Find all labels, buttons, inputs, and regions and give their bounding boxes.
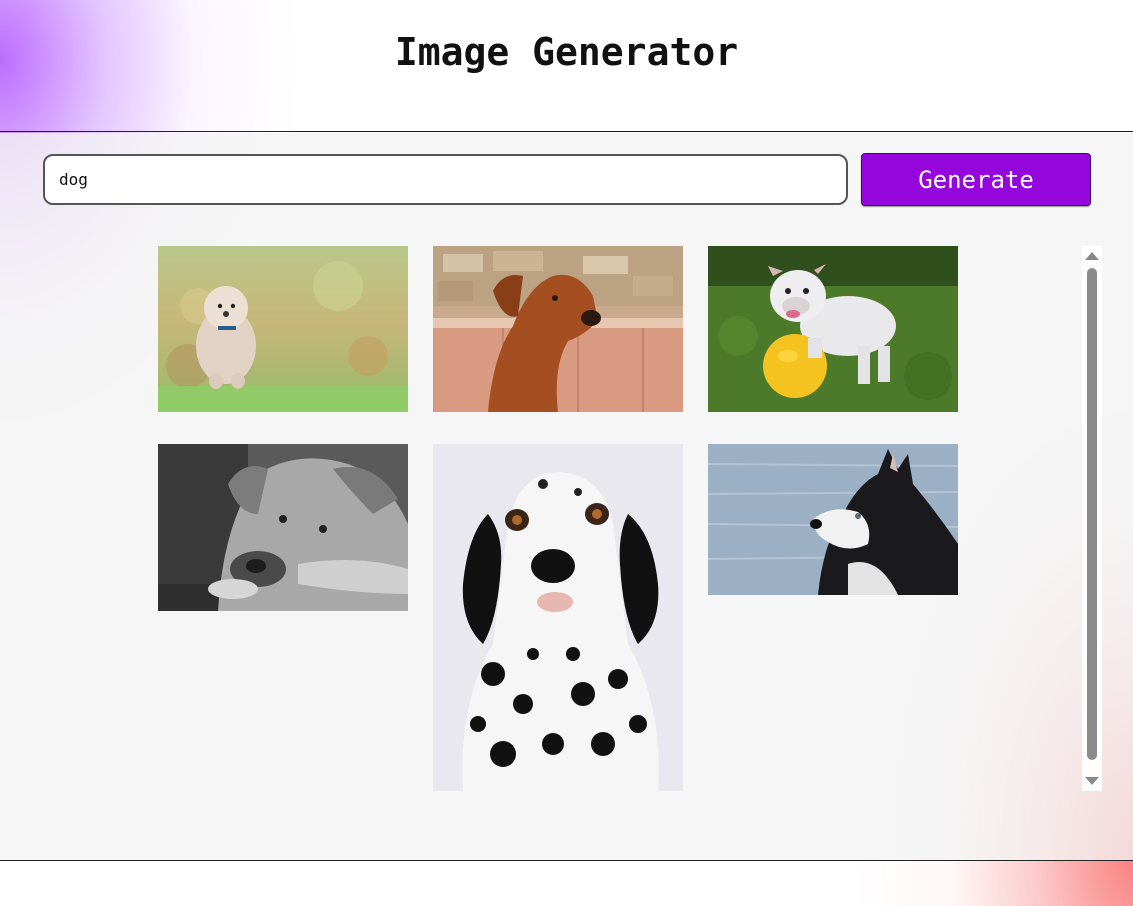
scroll-thumb[interactable]	[1087, 268, 1097, 760]
gallery-image[interactable]	[158, 246, 408, 412]
page-title: Image Generator	[394, 29, 739, 74]
main-panel: Generate	[0, 133, 1133, 861]
gallery-image[interactable]	[433, 444, 683, 791]
scroll-down-icon[interactable]	[1085, 777, 1099, 785]
app-header: Image Generator	[0, 0, 1133, 132]
gallery-image[interactable]	[433, 246, 683, 412]
gallery-scrollbar[interactable]	[1082, 246, 1102, 791]
gallery-image[interactable]	[158, 444, 408, 611]
image-gallery	[0, 133, 1080, 861]
gallery-image[interactable]	[708, 246, 958, 412]
scroll-up-icon[interactable]	[1085, 252, 1099, 260]
gallery-image[interactable]	[708, 444, 958, 595]
